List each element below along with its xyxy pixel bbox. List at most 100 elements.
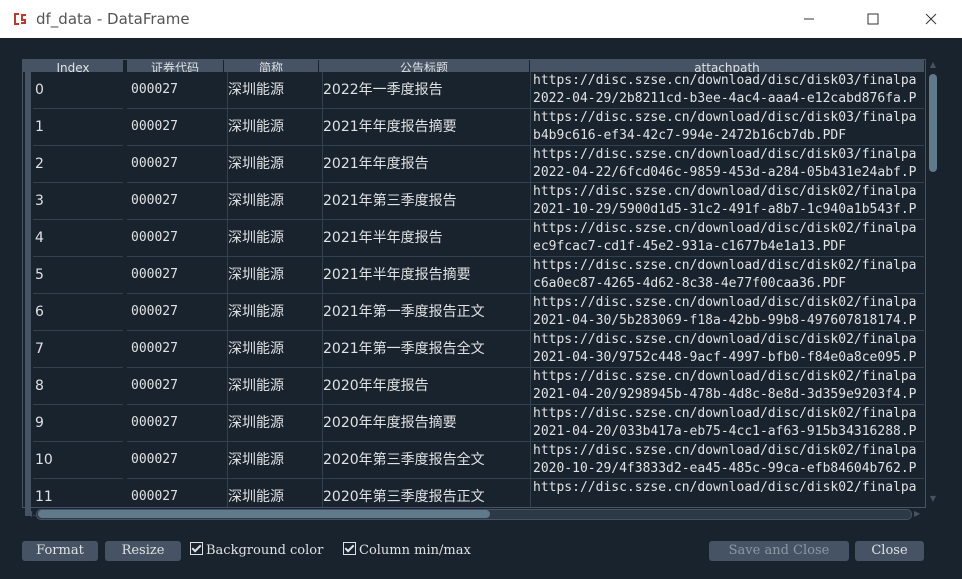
column-minmax-checkbox[interactable]: Column min/max (343, 541, 471, 561)
cell-attachpath[interactable]: https://disc.szse.cn/download/disc/disk0… (529, 109, 924, 146)
cell-name[interactable]: 深圳能源 (224, 109, 323, 146)
horizontal-scrollbar[interactable]: ◀ ▶ (26, 508, 924, 520)
attachpath-line-2: c6a0ec87-4265-4d62-8c38-4e77f00caa36.PDF (533, 276, 847, 291)
index-cell[interactable]: 3 (33, 183, 123, 220)
cell-name[interactable]: 深圳能源 (224, 479, 323, 507)
cell-title[interactable]: 2021年年度报告摘要 (319, 109, 531, 146)
header-title[interactable]: 公告标题 (319, 60, 530, 72)
scroll-right-icon[interactable]: ▶ (914, 509, 920, 519)
attachpath-line-1: https://disc.szse.cn/download/disc/disk0… (533, 73, 917, 88)
table-row: 000027 深圳能源 2021年年度报告摘要 https://disc.szse.c… (127, 109, 924, 146)
cell-code[interactable]: 000027 (127, 257, 228, 294)
scroll-left-icon[interactable]: ◀ (26, 509, 32, 519)
cell-attachpath[interactable]: https://disc.szse.cn/download/disc/disk0… (529, 479, 924, 507)
index-cell[interactable]: 5 (33, 257, 123, 294)
attachpath-line-1: https://disc.szse.cn/download/disc/disk0… (533, 110, 917, 125)
cell-attachpath[interactable]: https://disc.szse.cn/download/disc/disk0… (529, 183, 924, 220)
cell-attachpath[interactable]: https://disc.szse.cn/download/disc/disk0… (529, 220, 924, 257)
cell-name[interactable]: 深圳能源 (224, 72, 323, 109)
index-cell[interactable]: 9 (33, 405, 123, 442)
table-row: 000027 深圳能源 2020年年度报告 https://disc.szse.cn/… (127, 368, 924, 405)
index-cell[interactable]: 0 (33, 72, 123, 109)
format-button[interactable]: Format (22, 541, 98, 561)
cell-title[interactable]: 2020年年度报告 (319, 368, 531, 405)
cell-code[interactable]: 000027 (127, 72, 228, 109)
maximize-button[interactable] (850, 0, 896, 38)
cell-code[interactable]: 000027 (127, 146, 228, 183)
cell-code[interactable]: 000027 (127, 109, 228, 146)
attachpath-line-2: 2021-04-20/033b417a-eb75-4cc1-af63-915b3… (533, 424, 917, 439)
cell-name[interactable]: 深圳能源 (224, 220, 323, 257)
cell-title[interactable]: 2020年第三季度报告全文 (319, 442, 531, 479)
header-code[interactable]: 证券代码 (127, 60, 224, 72)
cell-title[interactable]: 2021年第一季度报告正文 (319, 294, 531, 331)
index-cell[interactable]: 8 (33, 368, 123, 405)
attachpath-line-1: https://disc.szse.cn/download/disc/disk0… (533, 406, 917, 421)
table-row: 000027 深圳能源 2021年第一季度报告全文 https://disc.szse… (127, 331, 924, 368)
save-and-close-button[interactable]: Save and Close (709, 541, 849, 561)
cell-title[interactable]: 2022年一季度报告 (319, 72, 531, 109)
cell-name[interactable]: 深圳能源 (224, 294, 323, 331)
cell-code[interactable]: 000027 (127, 442, 228, 479)
index-cell[interactable]: 7 (33, 331, 123, 368)
cell-title[interactable]: 2021年第一季度报告全文 (319, 331, 531, 368)
index-cell[interactable]: 10 (33, 442, 123, 479)
index-cell[interactable]: 6 (33, 294, 123, 331)
close-button[interactable]: Close (855, 541, 924, 561)
cell-attachpath[interactable]: https://disc.szse.cn/download/disc/disk0… (529, 368, 924, 405)
cell-code[interactable]: 000027 (127, 479, 228, 507)
cell-code[interactable]: 000027 (127, 183, 228, 220)
cell-name[interactable]: 深圳能源 (224, 368, 323, 405)
vertical-scroll-thumb[interactable] (929, 74, 937, 172)
scroll-up-icon[interactable]: ▲ (928, 60, 938, 70)
header-attachpath[interactable]: attachpath (530, 60, 924, 72)
cell-code[interactable]: 000027 (127, 405, 228, 442)
attachpath-line-2: 2021-04-30/9752c448-9acf-4997-bfb0-f84e0… (533, 350, 917, 365)
resize-button[interactable]: Resize (105, 541, 181, 561)
cell-name[interactable]: 深圳能源 (224, 146, 323, 183)
index-selection-bar (25, 72, 31, 516)
close-icon (925, 13, 937, 25)
cell-attachpath[interactable]: https://disc.szse.cn/download/disc/disk0… (529, 72, 924, 109)
cell-name[interactable]: 深圳能源 (224, 405, 323, 442)
index-cell[interactable]: 1 (33, 109, 123, 146)
cell-attachpath[interactable]: https://disc.szse.cn/download/disc/disk0… (529, 146, 924, 183)
checkbox-checked-icon (343, 542, 356, 555)
cell-code[interactable]: 000027 (127, 331, 228, 368)
index-cell[interactable]: 4 (33, 220, 123, 257)
cell-attachpath[interactable]: https://disc.szse.cn/download/disc/disk0… (529, 257, 924, 294)
table-row: 000027 深圳能源 2021年半年度报告摘要 https://disc.szse.… (127, 257, 924, 294)
index-cell[interactable]: 2 (33, 146, 123, 183)
close-window-button[interactable] (908, 0, 954, 38)
header-index[interactable]: Index (23, 60, 124, 72)
cell-title[interactable]: 2020年第三季度报告正文 (319, 479, 531, 507)
cell-name[interactable]: 深圳能源 (224, 183, 323, 220)
checkbox-checked-icon (190, 542, 203, 555)
cell-title[interactable]: 2021年半年度报告摘要 (319, 257, 531, 294)
cell-attachpath[interactable]: https://disc.szse.cn/download/disc/disk0… (529, 405, 924, 442)
scroll-down-icon[interactable]: ▼ (928, 494, 938, 504)
cell-code[interactable]: 000027 (127, 368, 228, 405)
cell-title[interactable]: 2021年年度报告 (319, 146, 531, 183)
attachpath-line-1: https://disc.szse.cn/download/disc/disk0… (533, 369, 917, 384)
cell-code[interactable]: 000027 (127, 220, 228, 257)
vertical-scrollbar[interactable]: ▲ ▼ (928, 60, 938, 506)
horizontal-scroll-thumb[interactable] (38, 510, 490, 518)
cell-code[interactable]: 000027 (127, 294, 228, 331)
background-color-checkbox[interactable]: Background color (190, 541, 323, 561)
cell-attachpath[interactable]: https://disc.szse.cn/download/disc/disk0… (529, 331, 924, 368)
cell-title[interactable]: 2021年第三季度报告 (319, 183, 531, 220)
header-name[interactable]: 简称 (224, 60, 319, 72)
minimize-icon (804, 18, 814, 20)
cell-name[interactable]: 深圳能源 (224, 331, 323, 368)
cell-attachpath[interactable]: https://disc.szse.cn/download/disc/disk0… (529, 294, 924, 331)
cell-attachpath[interactable]: https://disc.szse.cn/download/disc/disk0… (529, 442, 924, 479)
table-row: 000027 深圳能源 2020年年度报告摘要 https://disc.szse.c… (127, 405, 924, 442)
cell-title[interactable]: 2021年半年度报告 (319, 220, 531, 257)
cell-title[interactable]: 2020年年度报告摘要 (319, 405, 531, 442)
cell-name[interactable]: 深圳能源 (224, 257, 323, 294)
background-color-label: Background color (206, 543, 324, 558)
cell-name[interactable]: 深圳能源 (224, 442, 323, 479)
dataframe-editor: Index 证券代码 简称 公告标题 attachpath 0123456789… (0, 38, 962, 579)
minimize-button[interactable] (786, 0, 832, 38)
